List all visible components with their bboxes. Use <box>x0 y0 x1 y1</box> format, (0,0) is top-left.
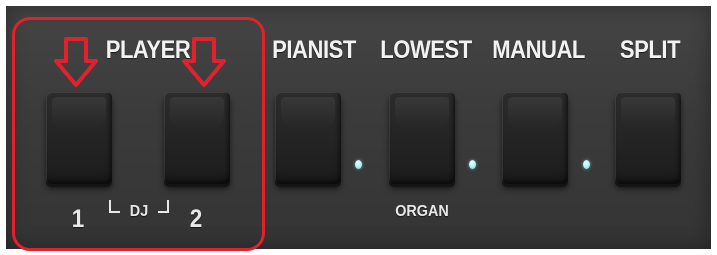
pianist-button[interactable] <box>275 92 341 184</box>
player-highlight-frame <box>12 17 265 251</box>
manual-led-indicator <box>583 160 590 169</box>
split-button[interactable] <box>615 92 681 184</box>
lowest-led-indicator <box>469 160 476 169</box>
manual-label: MANUAL <box>492 36 585 64</box>
down-arrow-outline-icon <box>182 37 226 87</box>
down-arrow-outline-icon <box>54 37 98 87</box>
keyboard-control-panel: PLAYER PIANIST LOWEST MANUAL SPLIT 1 2 D… <box>0 0 717 255</box>
split-label: SPLIT <box>619 36 681 64</box>
manual-button[interactable] <box>502 92 568 184</box>
pianist-label: PIANIST <box>272 36 356 64</box>
pianist-led-indicator <box>355 160 362 169</box>
lowest-label: LOWEST <box>380 36 472 64</box>
lowest-button[interactable] <box>389 92 455 184</box>
organ-label: ORGAN <box>395 203 449 220</box>
